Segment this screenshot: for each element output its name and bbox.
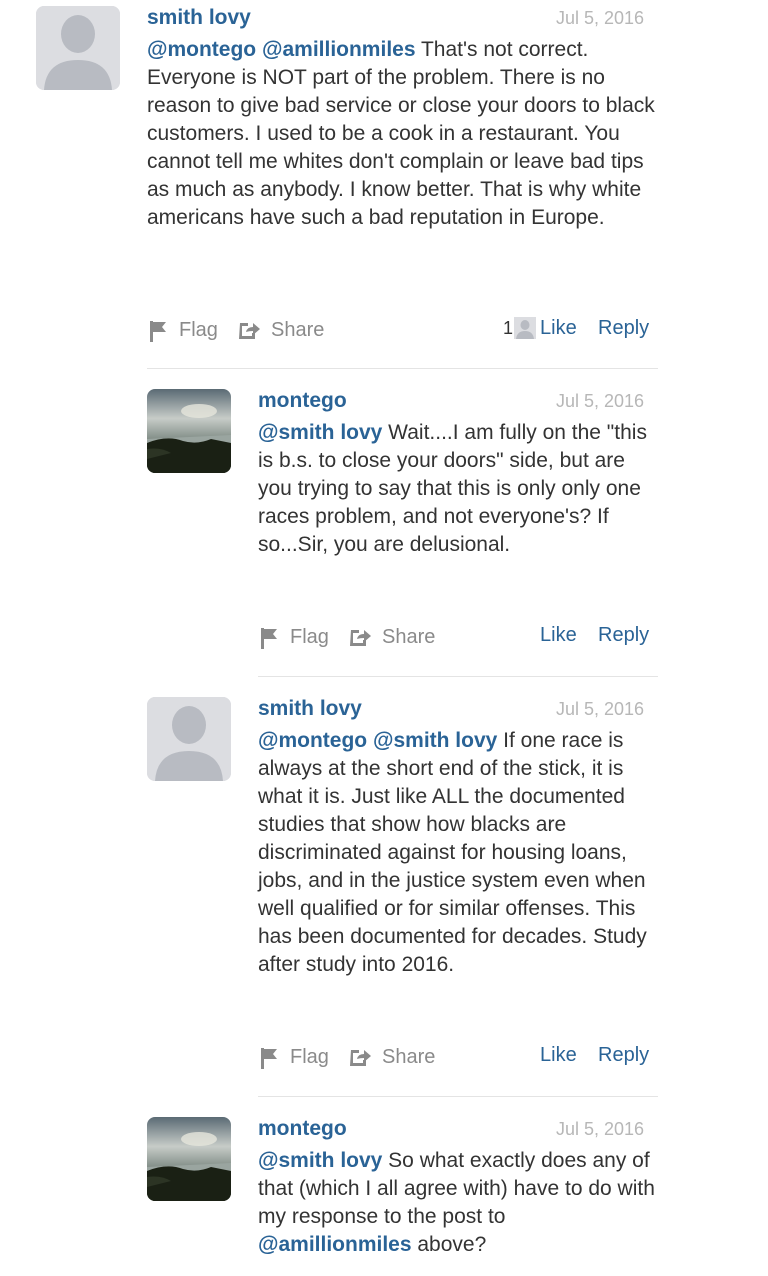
avatar[interactable] <box>147 389 231 473</box>
comment-author[interactable]: montego <box>258 389 347 413</box>
share-button[interactable]: Share <box>348 626 435 649</box>
divider <box>258 676 658 677</box>
reply-button[interactable]: Reply <box>598 1044 649 1067</box>
like-button[interactable]: Like <box>540 624 577 647</box>
default-avatar-icon <box>36 6 120 90</box>
landscape-photo-icon <box>147 389 231 473</box>
flag-label: Flag <box>290 626 329 648</box>
share-button[interactable]: Share <box>237 319 324 342</box>
comment-actions: Flag Share 1 Like Reply <box>147 317 659 349</box>
share-icon <box>239 322 260 339</box>
comment-actions: Flag Share Like Reply <box>258 1044 658 1076</box>
comment-date[interactable]: Jul 5, 2016 <box>556 1119 644 1140</box>
divider <box>258 1096 658 1097</box>
mention-link[interactable]: @smith lovy <box>373 729 497 752</box>
flag-button[interactable]: Flag <box>260 1046 329 1069</box>
comment-text: @montego @smith lovy If one race is alwa… <box>258 727 658 979</box>
avatar[interactable] <box>147 697 231 781</box>
mention-link[interactable]: @smith lovy <box>258 421 382 444</box>
avatar[interactable] <box>147 1117 231 1201</box>
avatar[interactable] <box>36 6 120 90</box>
comment-text-segment: above? <box>411 1233 487 1256</box>
mention-link[interactable]: @amillionmiles <box>262 38 416 61</box>
comment-text: @smith lovy Wait....I am fully on the "t… <box>258 419 658 559</box>
comment: montego Jul 5, 2016 @smith lovy Wait....… <box>147 389 747 669</box>
flag-icon <box>261 627 277 649</box>
divider <box>147 368 658 369</box>
comment-date[interactable]: Jul 5, 2016 <box>556 391 644 412</box>
mention-link[interactable]: @montego <box>147 38 256 61</box>
flag-button[interactable]: Flag <box>149 319 218 342</box>
share-icon <box>350 629 371 646</box>
comment-text-segment: If one race is always at the short end o… <box>258 729 647 976</box>
flag-icon <box>261 1047 277 1069</box>
default-avatar-icon <box>147 697 231 781</box>
comment-author[interactable]: montego <box>258 1117 347 1141</box>
comment-author[interactable]: smith lovy <box>147 6 251 30</box>
share-button[interactable]: Share <box>348 1046 435 1069</box>
flag-icon <box>150 320 166 342</box>
comment: smith lovy Jul 5, 2016 @montego @amillio… <box>36 6 736 366</box>
flag-label: Flag <box>179 319 218 341</box>
share-label: Share <box>382 626 436 648</box>
flag-button[interactable]: Flag <box>260 626 329 649</box>
comment-author[interactable]: smith lovy <box>258 697 362 721</box>
like-button[interactable]: Like <box>540 1044 577 1067</box>
share-label: Share <box>382 1046 436 1068</box>
mention-link[interactable]: @amillionmiles <box>258 1233 412 1256</box>
comment-actions: Flag Share Like Reply <box>258 624 658 656</box>
like-count[interactable]: 1 <box>503 317 537 339</box>
liker-avatar-icon <box>514 317 537 339</box>
reply-button[interactable]: Reply <box>598 624 649 647</box>
comment-date[interactable]: Jul 5, 2016 <box>556 699 644 720</box>
comment-text-segment: That's not correct. Everyone is NOT part… <box>147 38 655 229</box>
landscape-photo-icon <box>147 1117 231 1201</box>
comment: montego Jul 5, 2016 @smith lovy So what … <box>147 1117 747 1276</box>
like-count-value: 1 <box>503 317 514 338</box>
reply-button[interactable]: Reply <box>598 317 649 340</box>
mention-link[interactable]: @smith lovy <box>258 1149 382 1172</box>
share-label: Share <box>271 319 325 341</box>
comment-date[interactable]: Jul 5, 2016 <box>556 8 644 29</box>
mention-link[interactable]: @montego <box>258 729 367 752</box>
flag-label: Flag <box>290 1046 329 1068</box>
comment-text: @smith lovy So what exactly does any of … <box>258 1147 658 1259</box>
comment-text: @montego @amillionmiles That's not corre… <box>147 36 659 232</box>
share-icon <box>350 1049 371 1066</box>
like-button[interactable]: Like <box>540 317 577 340</box>
comment: smith lovy Jul 5, 2016 @montego @smith l… <box>147 697 747 1087</box>
